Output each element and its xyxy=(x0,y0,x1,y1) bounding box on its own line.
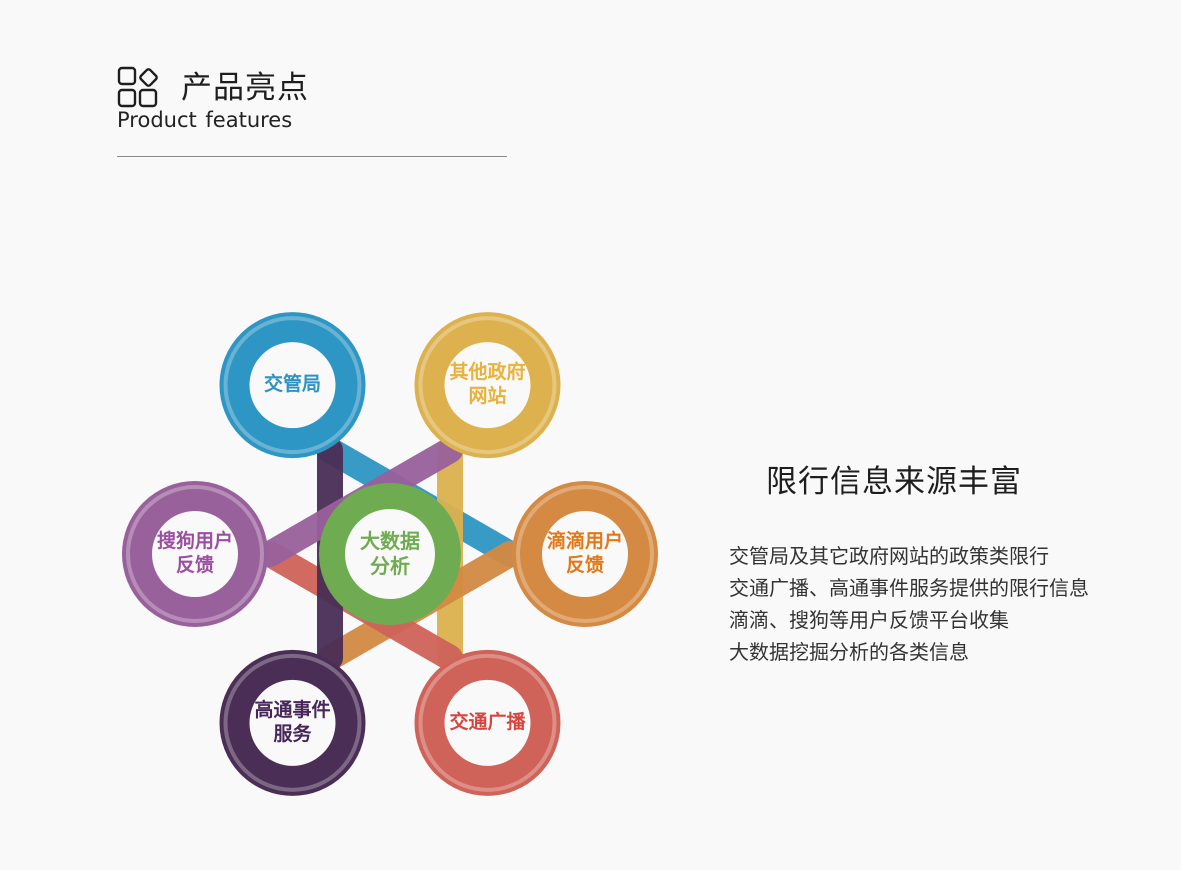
label-line: 交通广播 xyxy=(449,710,526,733)
feature-line: 交通广播、高通事件服务提供的限行信息 xyxy=(729,576,1089,600)
petal-label: 交管局 xyxy=(264,373,321,397)
label-line: 高通事件 xyxy=(254,698,331,721)
petal-label: 滴滴用户 反馈 xyxy=(547,530,623,578)
page-title: 产品亮点 xyxy=(181,70,309,106)
label-line: 服务 xyxy=(273,722,312,745)
petal-label: 其他政府 网站 xyxy=(450,361,526,409)
center-label: 大数据 分析 xyxy=(360,529,420,579)
source-flower-diagram: 交管局 其他政府 网站 滴滴用户 反馈 交通广播 高通事件 服务 搜狗用户 反馈 大数据 分析 xyxy=(110,300,670,810)
label-line: 反馈 xyxy=(176,553,215,576)
label-line: 网站 xyxy=(468,384,507,407)
petal-label: 搜狗用户 反馈 xyxy=(157,530,233,578)
label-line: 其他政府 xyxy=(449,361,526,384)
petal-label: 高通事件 服务 xyxy=(255,699,331,747)
feature-description: 交管局及其它政府网站的政策类限行 交通广播、高通事件服务提供的限行信息 滴滴、搜… xyxy=(729,540,1089,668)
grid-icon xyxy=(117,66,158,108)
label-line: 交管局 xyxy=(264,373,322,396)
header-divider xyxy=(117,156,507,157)
label-line: 大数据 xyxy=(360,529,420,553)
label-line: 反馈 xyxy=(566,553,605,576)
label-line: 滴滴用户 xyxy=(547,530,624,552)
feature-line: 交管局及其它政府网站的政策类限行 xyxy=(729,544,1049,568)
page-subtitle: Product features xyxy=(117,108,293,132)
feature-line: 大数据挖掘分析的各类信息 xyxy=(729,640,969,664)
feature-title: 限行信息来源丰富 xyxy=(766,464,1022,500)
feature-line: 滴滴、搜狗等用户反馈平台收集 xyxy=(729,608,1009,632)
label-line: 分析 xyxy=(370,554,410,578)
label-line: 搜狗用户 xyxy=(157,530,234,552)
petal-label: 交通广播 xyxy=(450,711,526,735)
